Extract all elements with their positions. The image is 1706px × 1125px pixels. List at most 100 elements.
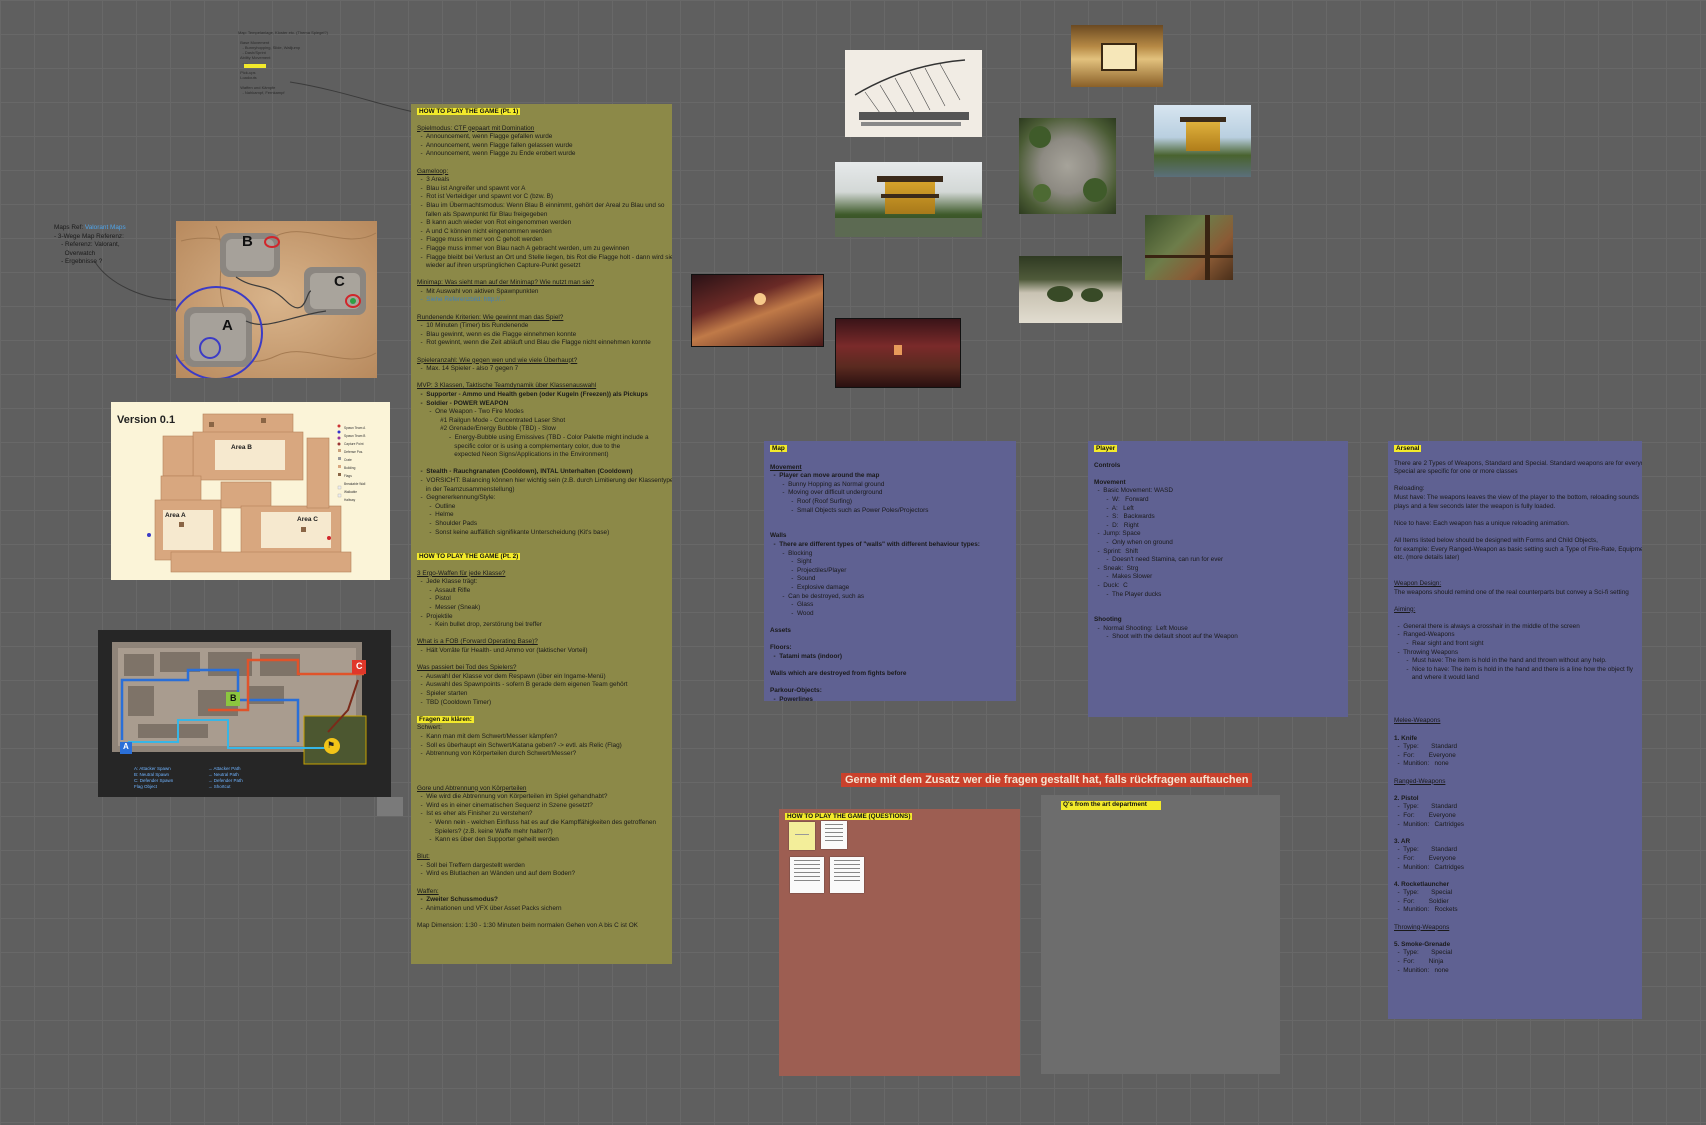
map2-legend-item: Spawn Team A [344,426,366,430]
map-image-version[interactable]: Version 0.1 Area B Area A Area C Spawn T… [111,402,390,580]
interior-window [1101,43,1137,71]
arsenal-note-line: All Items listed below should be designe… [1394,536,1598,544]
document-thumbnail-2[interactable] [790,857,824,893]
how-to-play-line: Schwert: [417,724,442,732]
tiny-outline-note[interactable]: Map: Tempelanlage, Kloster etc. (Thema S… [238,30,348,120]
how-to-play-line: - Announcement, wenn Flagge fallen gelas… [417,141,573,149]
player-note-line: - Makes Slower [1094,573,1153,581]
how-to-play-line: - Flagge bleibt bei Verlust an Ort und S… [417,253,672,261]
map-note-line: Parkour-Objects: [770,687,822,695]
arsenal-note-line [1394,872,1636,881]
how-to-play-line: - Messer (Sneak) [417,604,481,612]
how-to-play-line: - 10 Minuten (Timer) bis Rundenende [417,322,529,330]
arsenal-note-line: Reloading: [1394,485,1425,493]
maps-ref-link[interactable]: Valorant Maps [85,224,126,231]
arsenal-note-line [1394,709,1636,718]
how-to-play-line: - VORSICHT: Balancing können hier wichti… [417,476,672,484]
night-street-image-1[interactable] [691,274,824,347]
how-to-play-line: - Supporter - Ammo und Health geben (ode… [417,391,648,398]
arsenal-note-line [1394,829,1636,838]
map3-legend-item: Flag Object [134,784,158,789]
how-to-play-line: Rundenende Kriterien: Wie gewinnt man da… [417,313,564,321]
player-note-text: Controls Movement - Basic Movement: WASD… [1094,462,1342,642]
map-image-paths[interactable]: C B A ⚑ A: Attacker Spawn B: Neutral Spaw… [98,630,391,797]
map-note-line [770,661,1010,670]
how-to-play-line: #2 Grenade/Energy Bubble (TBD) - Slow [417,425,556,433]
map1-label-b: B [242,233,253,250]
arsenal-note-line: etc. (more details later) [1394,554,1460,562]
garden-tree-3 [1033,184,1051,202]
how-to-play-line [417,845,666,854]
map-note-line: - Roof (Roof Surfing) [770,497,853,505]
small-grey-card[interactable] [377,797,403,816]
document-thumbnail-1[interactable] [821,821,847,849]
veranda-image[interactable] [1145,215,1233,280]
arsenal-note-line: Special are specific for one or more cla… [1394,468,1518,476]
map3-label-a: A [123,742,129,751]
map-note-line [770,678,1010,687]
how-to-play-line: - Kann man mit dem Schwert/Messer kämpfe… [417,732,558,740]
map-image-topographic[interactable]: B C A [176,221,377,378]
golden-pavilion-image-2[interactable] [1154,105,1251,177]
how-to-play-line: - Pistol [417,595,451,603]
maps-reference-note[interactable]: Maps Ref: Valorant Maps - 3-Wege Map Ref… [54,224,164,280]
how-to-play-line: Spielmodus: CTF gepaart mit Domination [417,124,535,132]
outline-text: Map: Tempelanlage, Kloster etc. (Thema S… [238,30,328,95]
how-to-play-line: - Assault Rifle [417,586,471,594]
arsenal-note-line [1394,528,1636,537]
player-note[interactable]: Player Controls Movement - Basic Movemen… [1088,441,1348,717]
map-note-line: - Explosive damage [770,583,850,591]
map2-legend-item: Crate [344,458,352,462]
how-to-play-line: - Mit Auswahl von aktiven Spawnpunkten [417,287,539,295]
questions-frame[interactable]: HOW TO PLAY THE GAME (QUESTIONS) [779,809,1020,1076]
roof-sketch-image[interactable] [845,50,982,137]
how-to-play-line: Blut: [417,853,430,861]
player-note-line: Movement [1094,478,1126,486]
feedback-banner[interactable]: Gerne mit dem Zusatz wer die fragen gest… [841,773,1253,787]
player-note-line: - D: Right [1094,521,1139,529]
how-to-play-note[interactable]: HOW TO PLAY THE GAME (Pt. 1) Spielmodus:… [411,104,672,964]
how-to-play-line[interactable]: - Siehe Referenzbild: http://... [417,296,666,305]
how-to-play-line [417,759,666,768]
how-to-play-line: - Zweiter Schussmodus? [417,896,498,904]
rock-garden-image[interactable] [1019,256,1122,323]
map-note-line [770,515,1010,524]
how-to-play-line: in der Teamzusammenstellung) [417,485,515,493]
how-to-play-line: - Helme [417,511,454,519]
map2-legend-item: Building [344,466,356,470]
rock-1 [1047,286,1073,302]
how-to-play-line: wieder auf ihren ursprünglichen Capture-… [417,262,581,270]
night-street-image-2[interactable] [835,318,961,388]
how-to-play-line [417,879,666,888]
arsenal-note-line: - General there is always a crosshair in… [1394,622,1580,630]
player-note-line: - Doesn't need Stamina, can run for ever [1094,556,1224,564]
map-design-note[interactable]: Map Movement - Player can move around th… [764,441,1016,701]
how-to-play-line [417,460,666,469]
how-to-play-line: - Blau gewinnt, wenn es die Flagge einne… [417,330,577,338]
map-note-line: - Sound [770,575,816,583]
arsenal-note-line: - Type: Standard [1394,803,1458,811]
map2-legend-item: Capture Point [344,442,364,446]
how-to-play-line: - Projektile [417,612,453,620]
map2-legend-item: Spawn Team B [344,434,366,438]
arsenal-note[interactable]: Arsenal There are 2 Types of Weapons, St… [1388,441,1642,1019]
golden-pavilion-image-1[interactable] [835,162,982,237]
art-questions-frame[interactable]: Q's from the art department [1041,795,1280,1074]
document-thumbnail-3[interactable] [830,857,864,893]
art-questions-heading: Q's from the art department [1061,801,1161,810]
sticky-note[interactable] [789,822,815,850]
how-to-play-line: - Max. 14 Spieler - also 7 gegen 7 [417,365,519,373]
zen-garden-aerial-image[interactable] [1019,118,1116,214]
arsenal-note-line [1394,786,1636,795]
how-to-play-line: - Wird es in einer cinematischen Sequenz… [417,801,593,809]
map-note-line [770,524,1010,533]
player-note-line: - Shoot with the default shoot auf the W… [1094,633,1238,641]
how-to-play-line: Minimap: Was sieht man auf der Minimap? … [417,279,594,287]
temple-interior-image[interactable] [1071,25,1163,87]
player-note-line: - Sprint: Shift [1094,547,1139,555]
map-note-line: Floors: [770,644,792,652]
how-to-play-line: - A und C können nicht eingenommen werde… [417,227,552,235]
arsenal-note-line: Nice to have: Each weapon has a unique r… [1394,519,1570,527]
map-note-line: - Bunny Hopping as Normal ground [770,480,885,488]
how-to-play-line: - Wie wird die Abtrennung von Körperteil… [417,793,608,801]
